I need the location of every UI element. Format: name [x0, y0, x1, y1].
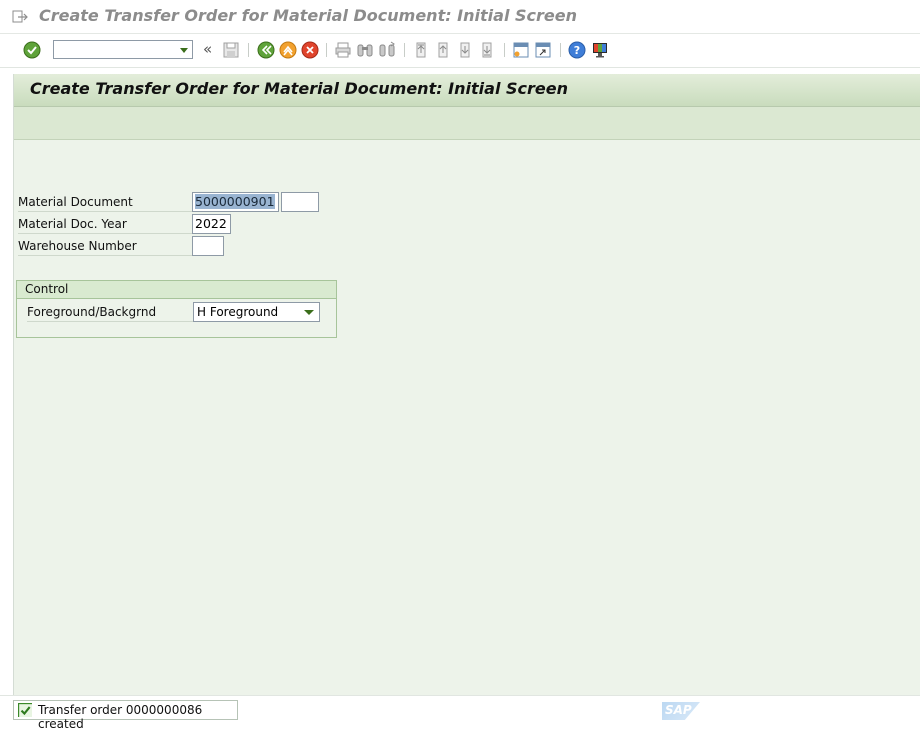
status-bar: Transfer order 0000000086 created SAP	[0, 695, 920, 731]
foreground-background-label: Foreground/Backgrnd	[27, 305, 157, 319]
collapse-toolbar-icon[interactable]: «	[203, 40, 212, 58]
standard-toolbar: « ?	[0, 35, 920, 68]
command-field[interactable]	[53, 40, 193, 59]
chevron-down-icon[interactable]	[180, 48, 188, 53]
foreground-background-value: H Foreground	[197, 305, 279, 319]
label-underline	[27, 321, 193, 322]
save-icon[interactable]	[222, 41, 240, 59]
sap-logo-text: SAP	[665, 703, 692, 717]
exit-icon[interactable]	[279, 41, 297, 59]
warehouse-number-label: Warehouse Number	[18, 239, 137, 253]
print-icon[interactable]	[334, 41, 352, 59]
toolbar-separator	[504, 43, 505, 57]
enter-icon[interactable]	[23, 41, 41, 59]
title-bar: Create Transfer Order for Material Docum…	[0, 0, 920, 34]
warehouse-number-field[interactable]	[192, 236, 224, 256]
page-title: Create Transfer Order for Material Docum…	[30, 79, 568, 98]
status-message-text: Transfer order 0000000086 created	[38, 703, 203, 731]
sap-logo: SAP	[662, 702, 700, 720]
foreground-background-dropdown[interactable]: H Foreground	[193, 302, 320, 322]
material-doc-year-field[interactable]: 2022	[192, 214, 231, 234]
back-green-icon[interactable]	[257, 41, 275, 59]
svg-text:?: ?	[574, 44, 580, 57]
label-underline	[18, 211, 192, 212]
menu-exit-icon[interactable]	[12, 10, 28, 24]
first-page-icon[interactable]	[412, 41, 430, 59]
material-document-item-field[interactable]	[281, 192, 319, 212]
application-toolbar	[14, 107, 920, 140]
material-document-label: Material Document	[18, 195, 133, 209]
control-group-header: Control	[17, 281, 336, 299]
screen-header: Create Transfer Order for Material Docum…	[14, 74, 920, 107]
customize-layout-icon[interactable]	[591, 41, 609, 59]
cancel-icon[interactable]	[301, 41, 319, 59]
find-next-icon[interactable]	[378, 41, 396, 59]
screen-area: Create Transfer Order for Material Docum…	[13, 74, 920, 695]
next-page-icon[interactable]	[456, 41, 474, 59]
toolbar-separator	[560, 43, 561, 57]
label-underline	[18, 233, 192, 234]
material-doc-year-label: Material Doc. Year	[18, 217, 127, 231]
toolbar-separator	[248, 43, 249, 57]
toolbar-separator	[326, 43, 327, 57]
create-session-icon[interactable]	[512, 41, 530, 59]
control-group-box: Control Foreground/Backgrnd H Foreground	[16, 280, 337, 338]
help-icon[interactable]: ?	[568, 41, 586, 59]
previous-page-icon[interactable]	[434, 41, 452, 59]
toolbar-separator	[404, 43, 405, 57]
find-icon[interactable]	[356, 41, 374, 59]
last-page-icon[interactable]	[478, 41, 496, 59]
material-document-value: 5000000901	[195, 194, 275, 209]
success-check-icon	[18, 703, 32, 717]
status-message[interactable]: Transfer order 0000000086 created	[13, 700, 238, 731]
material-document-field[interactable]: 5000000901	[192, 192, 279, 212]
title-divider	[0, 33, 920, 34]
window-title: Create Transfer Order for Material Docum…	[39, 6, 577, 25]
shortcut-icon[interactable]	[534, 41, 552, 59]
label-underline	[18, 255, 192, 256]
chevron-down-icon[interactable]	[304, 310, 314, 315]
control-group-title: Control	[25, 282, 69, 296]
